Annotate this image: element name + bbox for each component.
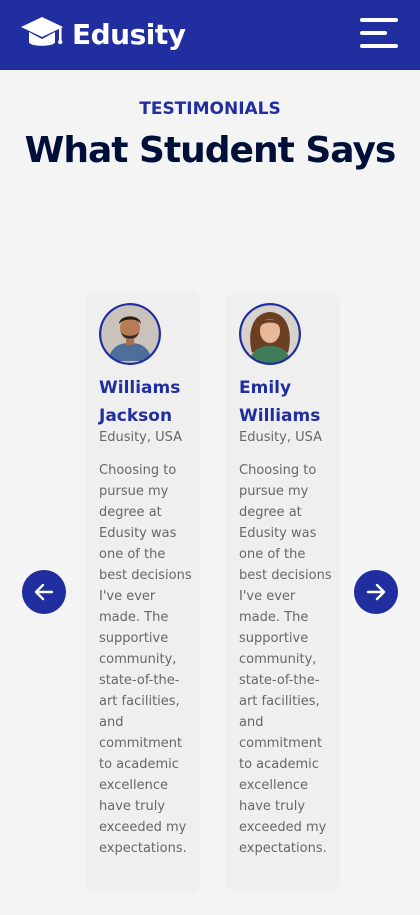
brand-logo[interactable]: Edusity — [20, 14, 186, 54]
avatar — [99, 303, 161, 365]
section-subtitle: TESTIMONIALS — [139, 99, 281, 119]
prev-button[interactable] — [22, 570, 66, 614]
testimonial-name: Emily Williams — [239, 378, 321, 426]
arrow-left-icon — [34, 583, 54, 601]
testimonial-location: Edusity, USA — [99, 430, 183, 445]
hamburger-menu-icon[interactable] — [360, 18, 398, 50]
testimonial-quote: Choosing to pursue my degree at Edusity … — [99, 463, 192, 856]
testimonial-name: Williams Jackson — [99, 378, 181, 426]
section-title: What Student Says — [24, 130, 397, 171]
graduation-cap-icon — [21, 17, 63, 46]
arrow-right-icon — [366, 583, 386, 601]
testimonial-location: Edusity, USA — [239, 430, 323, 445]
brand-name: Edusity — [72, 17, 186, 51]
navbar: Edusity — [0, 0, 420, 70]
testimonial-card: Emily Williams Edusity, USA Choosing to … — [226, 292, 340, 892]
testimonial-quote: Choosing to pursue my degree at Edusity … — [239, 463, 332, 856]
avatar — [239, 303, 301, 365]
testimonial-card: Williams Jackson Edusity, USA Choosing t… — [86, 292, 200, 892]
next-button[interactable] — [354, 570, 398, 614]
